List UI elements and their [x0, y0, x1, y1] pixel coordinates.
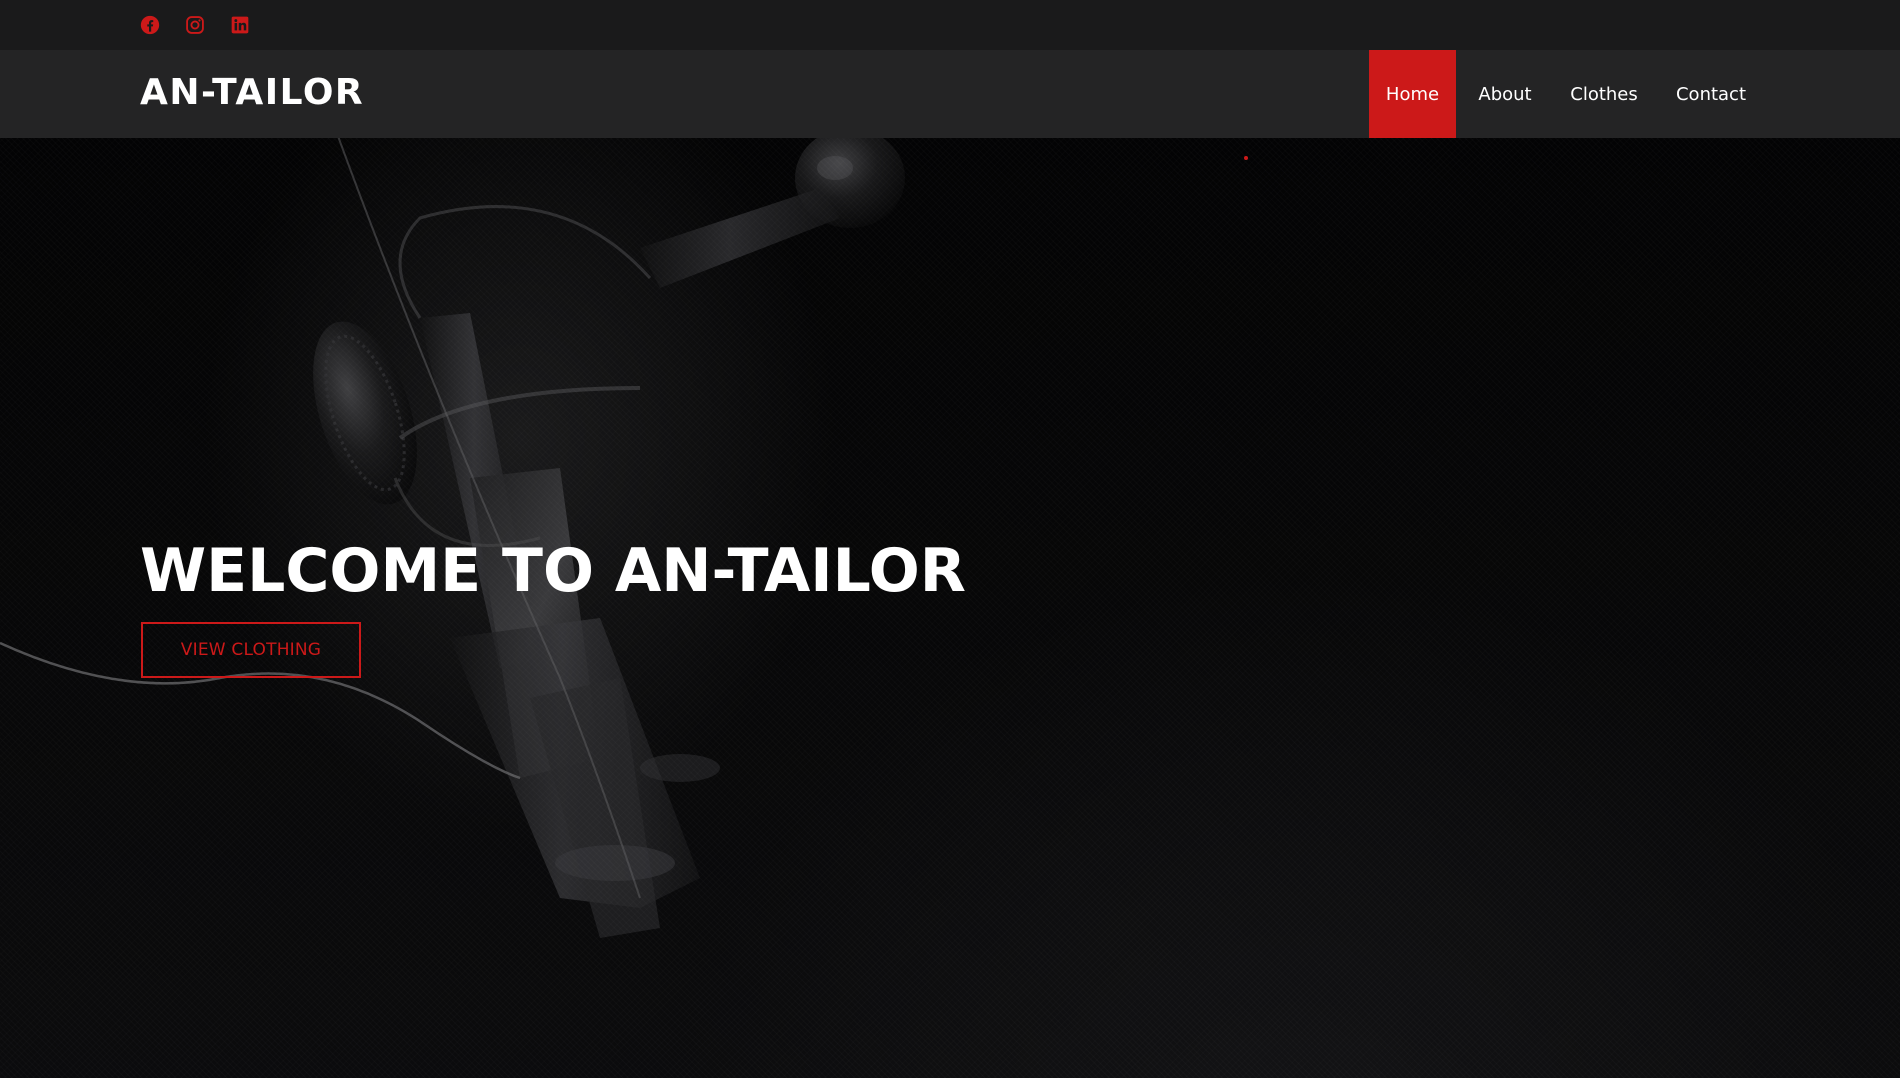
red-dot [1244, 156, 1248, 160]
nav-item-about[interactable]: About [1465, 50, 1545, 138]
facebook-icon [140, 15, 160, 35]
linkedin-link[interactable] [229, 14, 251, 36]
fabric-texture [0, 138, 1900, 1078]
main-navbar: AN-TAILOR Home About Clothes Contact [0, 50, 1900, 138]
nav-item-contact[interactable]: Contact [1665, 50, 1757, 138]
nav-item-home[interactable]: Home [1369, 50, 1456, 138]
nav-item-clothes[interactable]: Clothes [1560, 50, 1648, 138]
linkedin-icon [231, 16, 249, 34]
hero-section: WELCOME TO AN-TAILOR VIEW CLOTHING [0, 138, 1900, 1078]
facebook-link[interactable] [139, 14, 161, 36]
instagram-link[interactable] [184, 14, 206, 36]
view-clothing-button[interactable]: VIEW CLOTHING [141, 622, 361, 678]
social-bar [0, 0, 1900, 50]
hero-title: WELCOME TO AN-TAILOR [140, 536, 966, 606]
instagram-icon [186, 16, 204, 34]
brand-logo[interactable]: AN-TAILOR [140, 70, 364, 116]
